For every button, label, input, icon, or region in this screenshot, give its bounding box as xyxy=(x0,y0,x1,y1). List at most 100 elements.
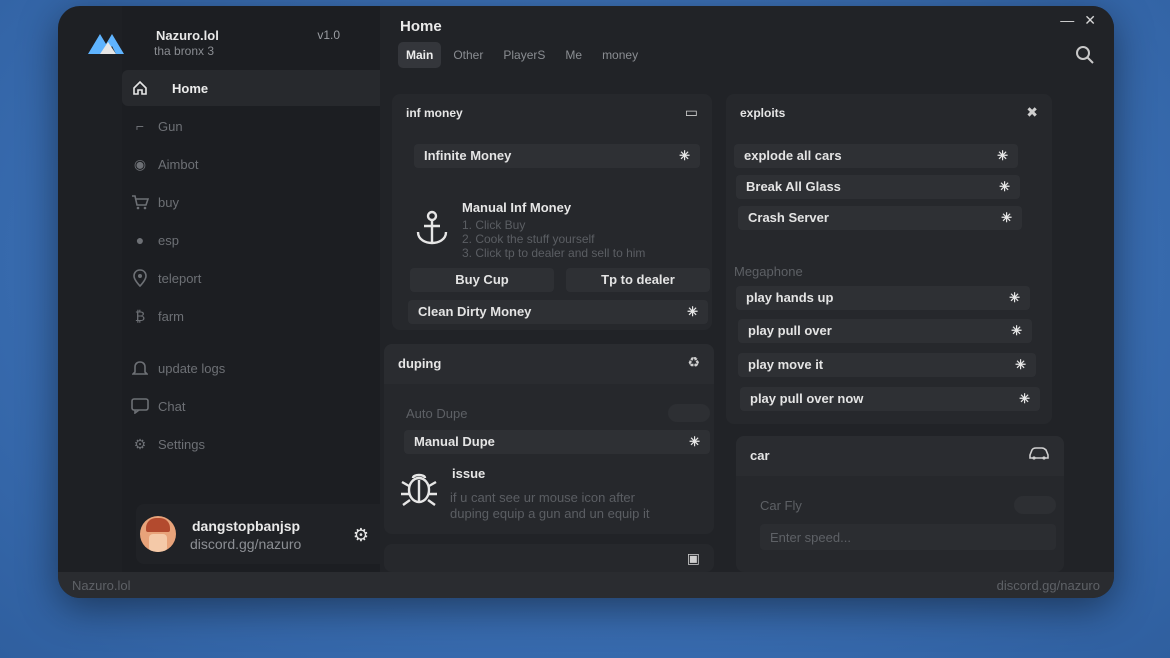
settings-icon: ⚙ xyxy=(133,435,147,452)
play-pull-over-button[interactable]: play pull over ✳ xyxy=(738,319,1032,343)
tab-me[interactable]: Me xyxy=(557,42,590,68)
anchor-icon xyxy=(416,210,448,245)
car-section: car Car Fly xyxy=(736,436,1064,572)
minimize-icon[interactable]: — xyxy=(1060,12,1074,29)
tab-other[interactable]: Other xyxy=(445,42,491,68)
manual-steps: 1. Click Buy 2. Cook the stuff yourself … xyxy=(462,218,645,260)
break-all-glass-button[interactable]: Break All Glass ✳ xyxy=(736,175,1020,199)
section-header: exploits ✖ xyxy=(726,94,1052,134)
explode-all-cars-button[interactable]: explode all cars ✳ xyxy=(734,144,1018,168)
sidebar-item-label: Chat xyxy=(158,398,186,414)
brand-header: Nazuro.lol tha bronx 3 v1.0 xyxy=(72,16,352,72)
chat-bubble-icon: ● xyxy=(135,232,145,248)
button-label: explode all cars xyxy=(744,148,842,163)
play-pull-over-now-button[interactable]: play pull over now ✳ xyxy=(740,387,1040,411)
chat-icon xyxy=(130,396,150,416)
money-icon: ▭ xyxy=(684,104,698,120)
sidebar-item-label: buy xyxy=(158,194,179,210)
manual-dupe-button[interactable]: Manual Dupe ✳ xyxy=(404,430,710,454)
inf-money-section: inf money ▭ Infinite Money ✳ Manual Inf … xyxy=(392,94,712,330)
section-title: exploits xyxy=(740,106,786,120)
issue-line: if u cant see ur mouse icon after xyxy=(450,490,635,505)
app-name: Nazuro.lol xyxy=(156,28,219,43)
sidebar-item-teleport[interactable]: teleport xyxy=(58,260,358,296)
step-text: 2. Cook the stuff yourself xyxy=(462,232,595,246)
click-icon: ✳ xyxy=(687,304,698,319)
button-label: Break All Glass xyxy=(746,179,841,194)
close-icon[interactable]: ✕ xyxy=(1084,12,1096,29)
button-label: Crash Server xyxy=(748,210,829,225)
footer-bar: Nazuro.lol discord.gg/nazuro xyxy=(58,572,1114,598)
search-icon[interactable] xyxy=(1074,44,1096,66)
duping-section: duping ♻ Auto Dupe Manual Dupe ✳ issue i… xyxy=(384,344,714,534)
bitcoin-icon: ₿ xyxy=(134,308,146,324)
tab-main[interactable]: Main xyxy=(398,42,442,68)
tp-to-dealer-button[interactable]: Tp to dealer xyxy=(566,268,710,292)
tab-players[interactable]: PlayerS xyxy=(495,42,553,68)
buy-cup-button[interactable]: Buy Cup xyxy=(410,268,554,292)
section-header: inf money ▭ xyxy=(392,94,712,134)
sidebar-item-update-logs[interactable]: update logs xyxy=(58,350,358,386)
home-icon xyxy=(130,78,150,98)
page-title: Home xyxy=(400,18,442,35)
sidebar-nav: Home ⌐ Gun ◉ Aimbot buy ● esp teleport ₿ xyxy=(58,70,412,464)
sidebar-item-label: Home xyxy=(172,80,209,96)
click-icon: ✳ xyxy=(1001,210,1012,225)
play-move-it-button[interactable]: play move it ✳ xyxy=(738,353,1036,377)
gear-icon[interactable]: ⚙ xyxy=(350,524,372,546)
issue-text: if u cant see ur mouse icon after duping… xyxy=(450,490,650,522)
click-icon: ✳ xyxy=(1015,357,1026,372)
crossed-tools-icon: ✖ xyxy=(1026,104,1038,120)
cart-icon xyxy=(130,192,150,212)
crash-server-button[interactable]: Crash Server ✳ xyxy=(738,206,1022,230)
car-fly-toggle[interactable] xyxy=(1014,496,1056,514)
recycle-icon: ♻ xyxy=(687,354,700,370)
sidebar-item-label: Gun xyxy=(158,118,183,134)
sidebar-item-settings[interactable]: ⚙ Settings xyxy=(58,426,358,462)
click-icon: ✳ xyxy=(999,179,1010,194)
sidebar-item-gun[interactable]: ⌐ Gun xyxy=(58,108,358,144)
click-icon: ✳ xyxy=(689,434,700,449)
section-title: duping xyxy=(398,356,442,371)
issue-line: duping equip a gun and un equip it xyxy=(450,506,650,521)
window-controls: — ✕ xyxy=(1060,12,1096,29)
topbar: Home Main Other PlayerS Me money — ✕ xyxy=(380,6,1114,84)
exploits-section: exploits ✖ explode all cars ✳ Break All … xyxy=(726,94,1052,424)
tab-money[interactable]: money xyxy=(594,42,646,68)
sidebar-item-home[interactable]: Home xyxy=(122,70,412,106)
issue-title: issue xyxy=(452,466,486,481)
sidebar-item-aimbot[interactable]: ◉ Aimbot xyxy=(58,146,358,182)
gun-icon: ⌐ xyxy=(135,118,145,134)
car-fly-label: Car Fly xyxy=(760,498,802,513)
click-icon: ✳ xyxy=(1019,391,1030,406)
infinite-money-button[interactable]: Infinite Money ✳ xyxy=(414,144,700,168)
bell-icon xyxy=(130,358,150,378)
manual-inf-money-title: Manual Inf Money xyxy=(462,200,572,215)
section-header: car xyxy=(736,436,1064,476)
sidebar-item-farm[interactable]: ₿ farm xyxy=(58,298,358,334)
auto-dupe-toggle[interactable] xyxy=(668,404,710,422)
sidebar-item-esp[interactable]: ● esp xyxy=(58,222,358,258)
partial-section: ▣ xyxy=(384,544,714,572)
click-icon: ✳ xyxy=(997,148,1008,163)
sidebar-item-chat[interactable]: Chat xyxy=(58,388,358,424)
sidebar-item-label: farm xyxy=(158,308,184,324)
nazuro-logo-icon xyxy=(88,34,124,54)
play-hands-up-button[interactable]: play hands up ✳ xyxy=(736,286,1030,310)
button-label: play hands up xyxy=(746,290,834,305)
main-panel: Home Main Other PlayerS Me money — ✕ inf… xyxy=(380,6,1114,572)
button-label: play pull over now xyxy=(750,391,864,406)
pin-icon xyxy=(130,268,150,288)
speed-input[interactable] xyxy=(760,524,1056,550)
tab-bar: Main Other PlayerS Me money xyxy=(398,42,646,68)
sidebar-item-buy[interactable]: buy xyxy=(58,184,358,220)
auto-dupe-label: Auto Dupe xyxy=(406,406,468,421)
click-icon: ✳ xyxy=(1009,290,1020,305)
car-icon xyxy=(1028,446,1050,463)
app-subtitle: tha bronx 3 xyxy=(154,44,215,58)
avatar xyxy=(140,516,176,552)
megaphone-label: Megaphone xyxy=(734,264,803,279)
bug-icon xyxy=(401,473,437,506)
footer-right-text: discord.gg/nazuro xyxy=(996,577,1100,593)
clean-dirty-money-button[interactable]: Clean Dirty Money ✳ xyxy=(408,300,708,324)
